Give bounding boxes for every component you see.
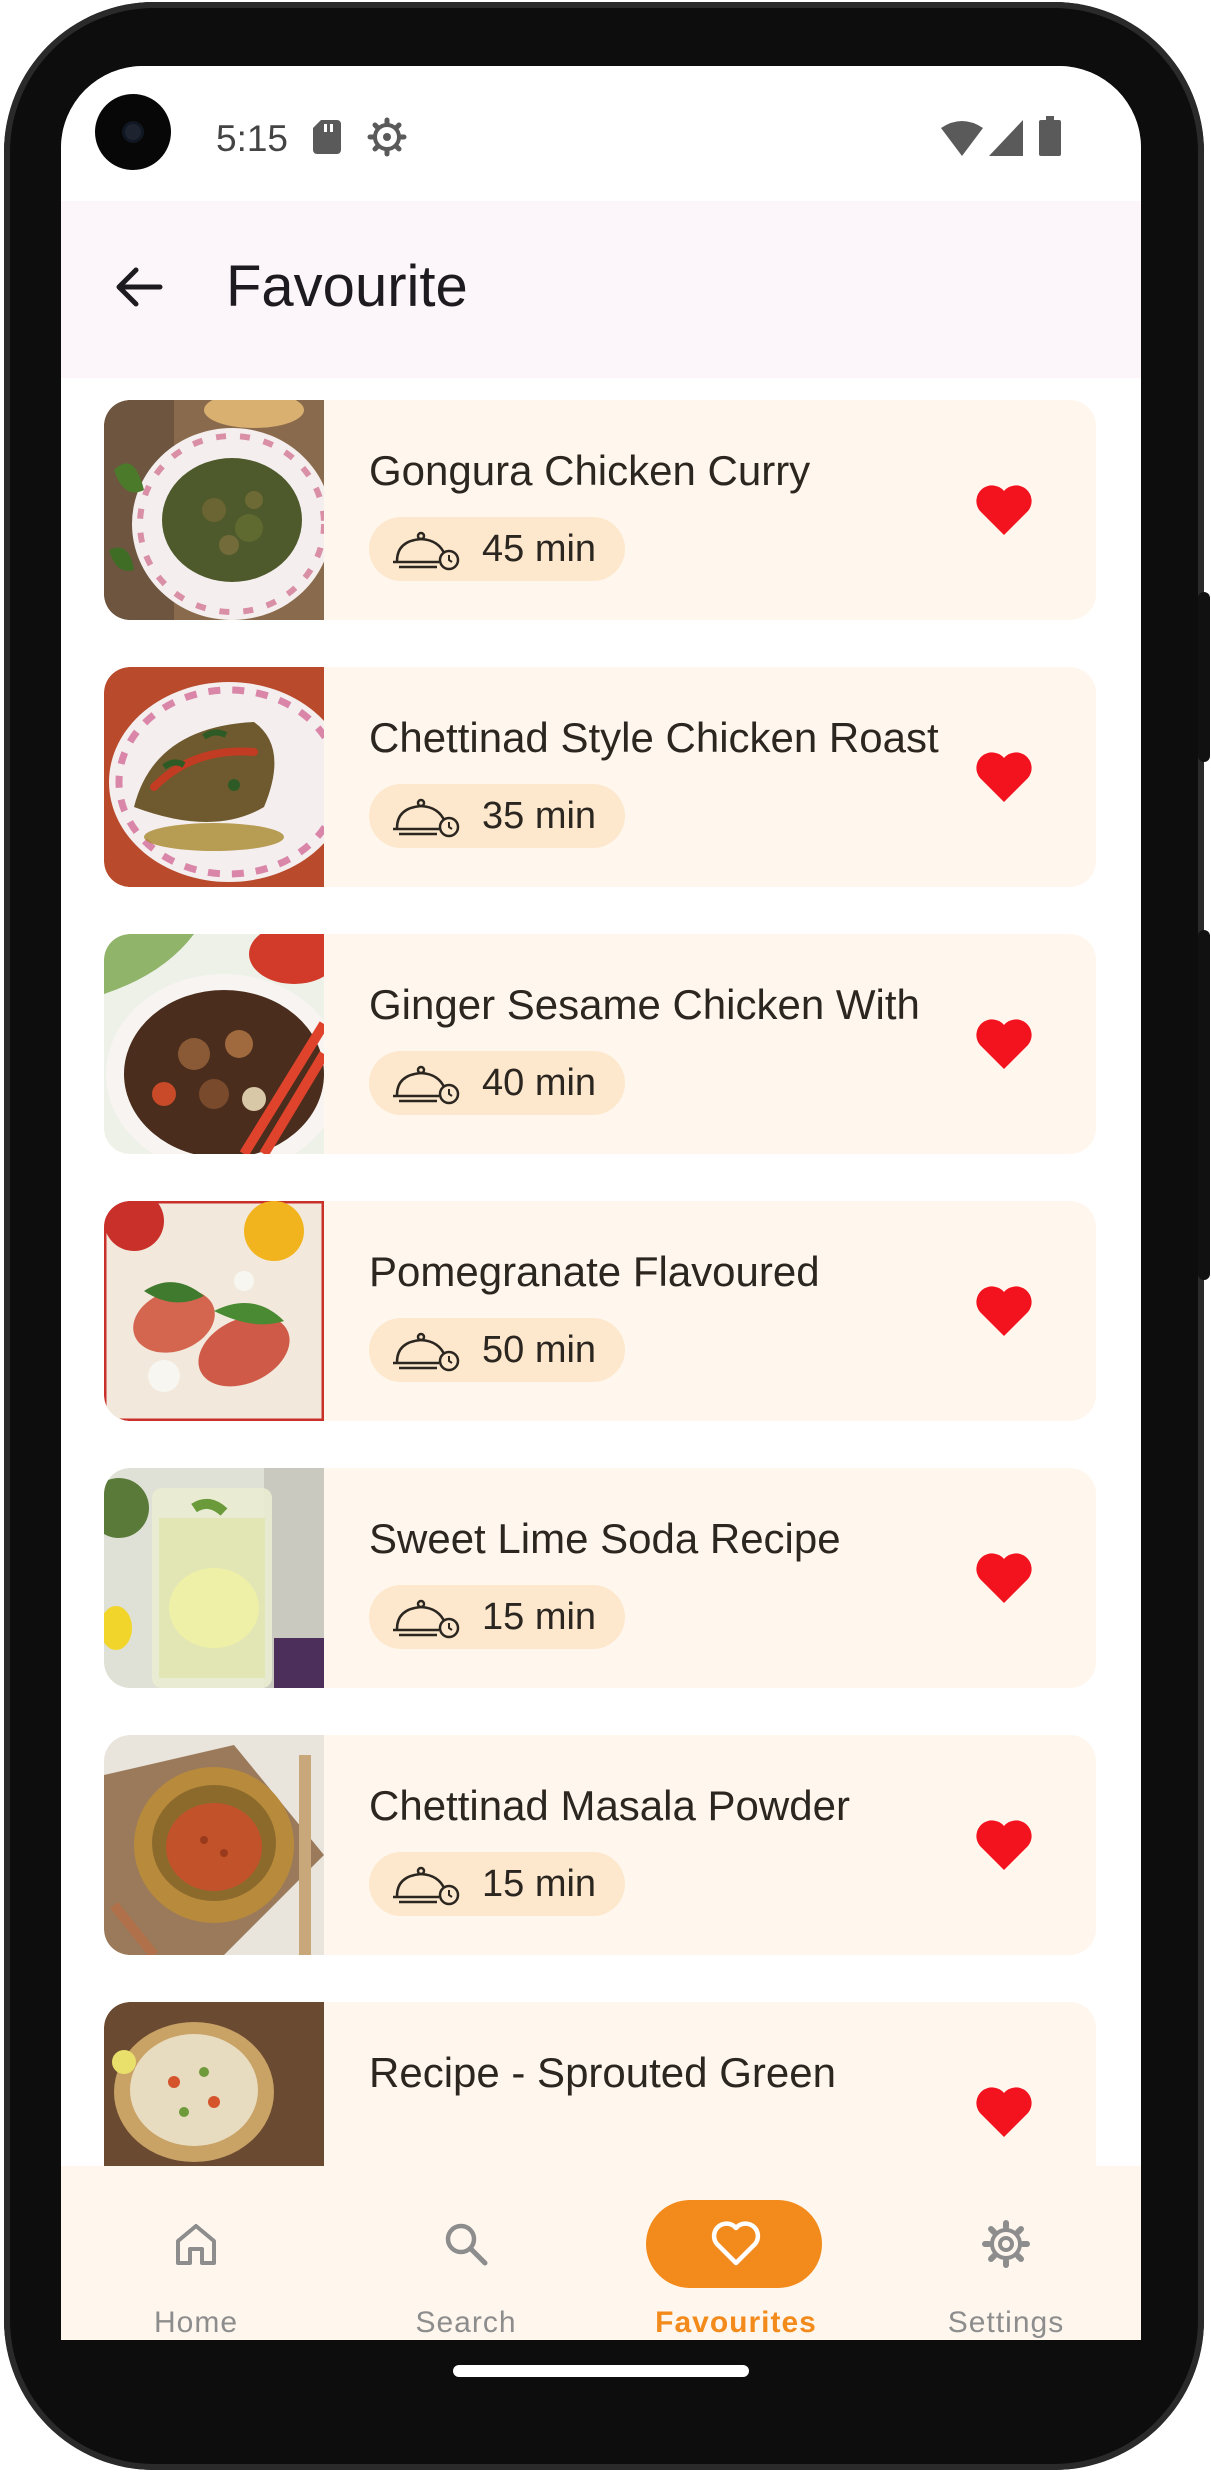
front-camera [95, 94, 171, 170]
favourite-heart-icon[interactable] [974, 483, 1034, 537]
recipe-title: Ginger Sesame Chicken With [369, 981, 920, 1028]
cook-time-chip: 45 min [369, 517, 625, 581]
recipe-title: Recipe - Sprouted Green [369, 2049, 836, 2096]
cloche-timer-icon [393, 1866, 460, 1906]
cloche-timer-icon [393, 531, 460, 571]
cook-time: 35 min [482, 795, 597, 837]
cook-time-chip: 15 min [369, 1852, 625, 1916]
top-app-bar: Favourite [61, 201, 1141, 378]
battery-icon [1039, 116, 1061, 156]
cook-time: 50 min [482, 1329, 597, 1371]
recipe-card[interactable]: Pomegranate Flavoured 50 min [104, 1201, 1096, 1421]
recipe-title: Chettinad Masala Powder [369, 1782, 850, 1829]
recipe-image [104, 2002, 324, 2166]
recipe-image [104, 400, 324, 620]
recipe-image [104, 1468, 324, 1688]
cook-time-chip: 50 min [369, 1318, 625, 1382]
cook-time: 45 min [482, 528, 597, 570]
recipe-card[interactable]: Sweet Lime Soda Recipe 15 min [104, 1468, 1096, 1688]
favourite-heart-icon[interactable] [974, 2085, 1034, 2139]
nav-label: Settings [947, 2306, 1065, 2339]
back-arrow-icon[interactable] [110, 259, 166, 315]
sd-card-icon [313, 120, 341, 154]
recipe-title: Gongura Chicken Curry [369, 447, 811, 494]
status-bar: 5:15 [61, 66, 1141, 201]
power-button [1198, 930, 1210, 1280]
cook-time: 40 min [482, 1062, 597, 1104]
cloche-timer-icon [393, 1332, 460, 1372]
settings-status-icon [367, 117, 407, 157]
volume-button [1198, 592, 1210, 762]
home-indicator[interactable] [453, 2365, 749, 2377]
cloche-timer-icon [393, 1065, 460, 1105]
cloche-timer-icon [393, 798, 460, 838]
nav-label: Favourites [655, 2306, 817, 2339]
screen: 5:15 Favourite Gongura Chicken Curry 45 … [61, 66, 1141, 2340]
status-time: 5:15 [216, 118, 289, 159]
favourite-heart-icon[interactable] [974, 1818, 1034, 1872]
nav-home[interactable]: Home [61, 2166, 331, 2340]
cook-time: 15 min [482, 1863, 597, 1905]
favourite-heart-icon[interactable] [974, 1284, 1034, 1338]
recipe-card[interactable]: Chettinad Style Chicken Roast 35 min [104, 667, 1096, 887]
recipe-image [104, 667, 324, 887]
page-title: Favourite [226, 254, 468, 319]
cook-time-chip: 15 min [369, 1585, 625, 1649]
favourite-heart-icon[interactable] [974, 1017, 1034, 1071]
favourites-list[interactable]: Gongura Chicken Curry 45 min Chettinad S… [61, 378, 1141, 2166]
cloche-timer-icon [393, 1599, 460, 1639]
nav-settings[interactable]: Settings [871, 2166, 1141, 2340]
recipe-card[interactable]: Recipe - Sprouted Green [104, 2002, 1096, 2166]
gesture-area [61, 2340, 1141, 2420]
nav-label: Search [415, 2306, 517, 2339]
signal-icon [989, 120, 1023, 156]
cook-time-chip: 35 min [369, 784, 625, 848]
home-icon [176, 2224, 216, 2265]
bottom-navigation: Home Search Favourites Settings [61, 2166, 1141, 2340]
search-icon [445, 2223, 488, 2266]
recipe-card[interactable]: Gongura Chicken Curry 45 min [104, 400, 1096, 620]
nav-search[interactable]: Search [331, 2166, 601, 2340]
recipe-card[interactable]: Ginger Sesame Chicken With 40 min [104, 934, 1096, 1154]
cook-time: 15 min [482, 1596, 597, 1638]
nav-label: Home [153, 2306, 239, 2339]
recipe-image [104, 1735, 324, 1955]
cook-time-chip: 40 min [369, 1051, 625, 1115]
recipe-title: Sweet Lime Soda Recipe [369, 1515, 841, 1562]
recipe-card[interactable]: Chettinad Masala Powder 15 min [104, 1735, 1096, 1955]
favourite-heart-icon[interactable] [974, 1551, 1034, 1605]
wifi-icon [941, 121, 983, 156]
gear-icon [982, 2220, 1030, 2268]
recipe-image [104, 934, 324, 1154]
recipe-title: Chettinad Style Chicken Roast [369, 714, 939, 761]
nav-favourites[interactable]: Favourites [601, 2166, 871, 2340]
recipe-image [104, 1201, 324, 1421]
recipe-title: Pomegranate Flavoured [369, 1248, 820, 1295]
favourite-heart-icon[interactable] [974, 750, 1034, 804]
heart-icon [711, 2221, 761, 2266]
